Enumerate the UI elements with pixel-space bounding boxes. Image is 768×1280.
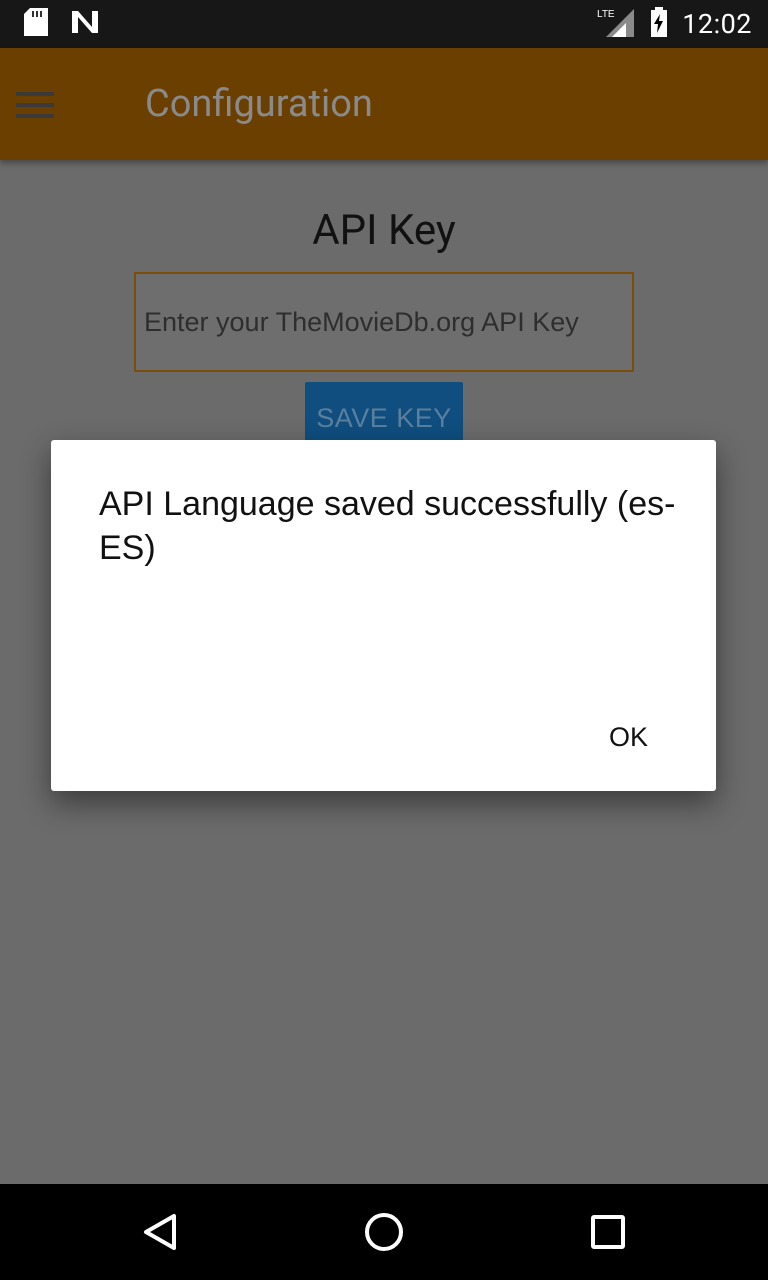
back-triangle-icon[interactable] [130, 1202, 190, 1262]
lte-signal-icon: LTE [596, 7, 636, 41]
battery-charging-icon [650, 7, 668, 41]
home-circle-icon[interactable] [354, 1202, 414, 1262]
recents-square-icon[interactable] [578, 1202, 638, 1262]
ok-button[interactable]: OK [601, 718, 656, 757]
svg-text:LTE: LTE [597, 9, 615, 20]
api-key-input[interactable] [134, 272, 634, 372]
clock-time: 12:02 [682, 8, 752, 40]
n-logo-icon [70, 9, 100, 39]
api-key-heading: API Key [312, 206, 456, 255]
app-bar: Configuration [0, 48, 768, 160]
navigation-bar [0, 1184, 768, 1280]
dialog-message: API Language saved successfully (es-ES) [99, 485, 676, 567]
status-bar-content: LTE 12:02 [0, 0, 768, 48]
alert-dialog: API Language saved successfully (es-ES) … [51, 440, 716, 791]
sd-card-icon [24, 8, 48, 40]
page-title: Configuration [145, 82, 373, 126]
hamburger-menu-icon[interactable] [16, 92, 54, 118]
